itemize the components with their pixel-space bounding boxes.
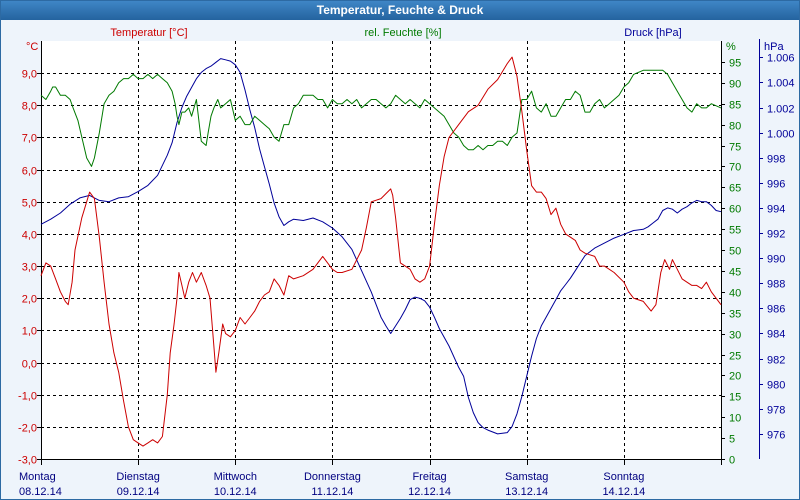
x-date-label: 12.12.14: [408, 486, 451, 498]
humidity-tick-label: 20: [729, 371, 741, 383]
pressure-tick-label: 978: [767, 405, 785, 417]
humidity-tick-label: 40: [729, 288, 741, 300]
series-legend-label: Temperatur [°C]: [110, 27, 187, 39]
chart-window: Temperatur, Feuchte & Druck -3,0 -2,0 -1,0…: [0, 0, 800, 500]
humidity-tick-label: 70: [729, 162, 741, 174]
temperature-tick-label: 5,0: [22, 198, 37, 210]
humidity-tick-label: 95: [729, 58, 741, 70]
x-date-label: 13.12.14: [505, 486, 548, 498]
x-date-label: 08.12.14: [19, 486, 62, 498]
humidity-tick-label: 65: [729, 183, 741, 195]
x-day-label: Sonntag: [603, 471, 644, 483]
temperature-tick-label: 1,0: [22, 326, 37, 338]
pressure-tick-label: 998: [767, 154, 785, 166]
temperature-tick-label: 2,0: [22, 294, 37, 306]
humidity-tick-label: 80: [729, 121, 741, 133]
pressure-tick-label: 1.004: [767, 78, 795, 90]
x-date-label: 14.12.14: [602, 486, 645, 498]
x-day-label: Donnerstag: [304, 471, 361, 483]
chart-title: Temperatur, Feuchte & Druck: [1, 1, 799, 20]
temperature-tick-label: 6,0: [22, 166, 37, 178]
x-date-label: 11.12.14: [311, 486, 353, 498]
humidity-tick-label: 90: [729, 79, 741, 91]
temperature-tick-label: 7,0: [22, 133, 37, 145]
pressure-tick-label: 980: [767, 380, 785, 392]
pressure-tick-label: 976: [767, 430, 785, 442]
pressure-tick-label: 994: [767, 204, 785, 216]
pressure-tick-label: 992: [767, 229, 785, 241]
x-day-label: Freitag: [412, 471, 446, 483]
pressure-tick-label: 988: [767, 279, 785, 291]
pressure-tick-label: 1.006: [767, 53, 795, 65]
humidity-tick-label: 75: [729, 142, 741, 154]
pressure-tick-label: 996: [767, 179, 785, 191]
pressure-tick-label: 982: [767, 355, 785, 367]
x-day-label: Samstag: [505, 471, 548, 483]
humidity-tick-label: 5: [729, 434, 735, 446]
chart-plot: -3,0 -2,0 -1,0 0,0 1,0 2,0 3,0 4,0 5,0 6,0 7,0 8,0 9…: [18, 27, 795, 498]
pressure-unit-label: hPa: [764, 41, 784, 53]
temperature-tick-label: -1,0: [18, 391, 37, 403]
humidity-tick-label: 10: [729, 413, 741, 425]
humidity-tick-label: 25: [729, 351, 741, 363]
humidity-tick-label: 35: [729, 309, 741, 321]
humidity-tick-label: 60: [729, 204, 741, 216]
x-date-label: 10.12.14: [214, 486, 257, 498]
pressure-tick-label: 986: [767, 304, 785, 316]
temperature-tick-label: 3,0: [22, 262, 37, 274]
pressure-tick-label: 1.000: [767, 129, 795, 141]
temperature-tick-label: 8,0: [22, 101, 37, 113]
humidity-unit-label: %: [726, 41, 736, 53]
x-date-label: 09.12.14: [117, 486, 160, 498]
temperature-tick-label: -3,0: [18, 455, 37, 467]
humidity-tick-label: 50: [729, 246, 741, 258]
humidity-tick-label: 15: [729, 392, 741, 404]
pressure-tick-label: 1.002: [767, 104, 795, 116]
humidity-tick-label: 0: [729, 455, 735, 467]
x-day-label: Dienstag: [116, 471, 159, 483]
x-day-label: Montag: [19, 471, 56, 483]
pressure-tick-label: 990: [767, 254, 785, 266]
temperature-tick-label: -2,0: [18, 423, 37, 435]
temperature-unit-label: °C: [26, 41, 38, 53]
series-legend-label: rel. Feuchte [%]: [364, 27, 441, 39]
humidity-tick-label: 30: [729, 330, 741, 342]
temperature-tick-label: 0,0: [22, 359, 37, 371]
humidity-tick-label: 45: [729, 267, 741, 279]
humidity-tick-label: 55: [729, 225, 741, 237]
temperature-tick-label: 9,0: [22, 69, 37, 81]
temperature-tick-label: 4,0: [22, 230, 37, 242]
x-day-label: Mittwoch: [214, 471, 257, 483]
humidity-tick-label: 85: [729, 100, 741, 112]
series-legend-label: Druck [hPa]: [624, 27, 681, 39]
pressure-tick-label: 984: [767, 329, 785, 341]
